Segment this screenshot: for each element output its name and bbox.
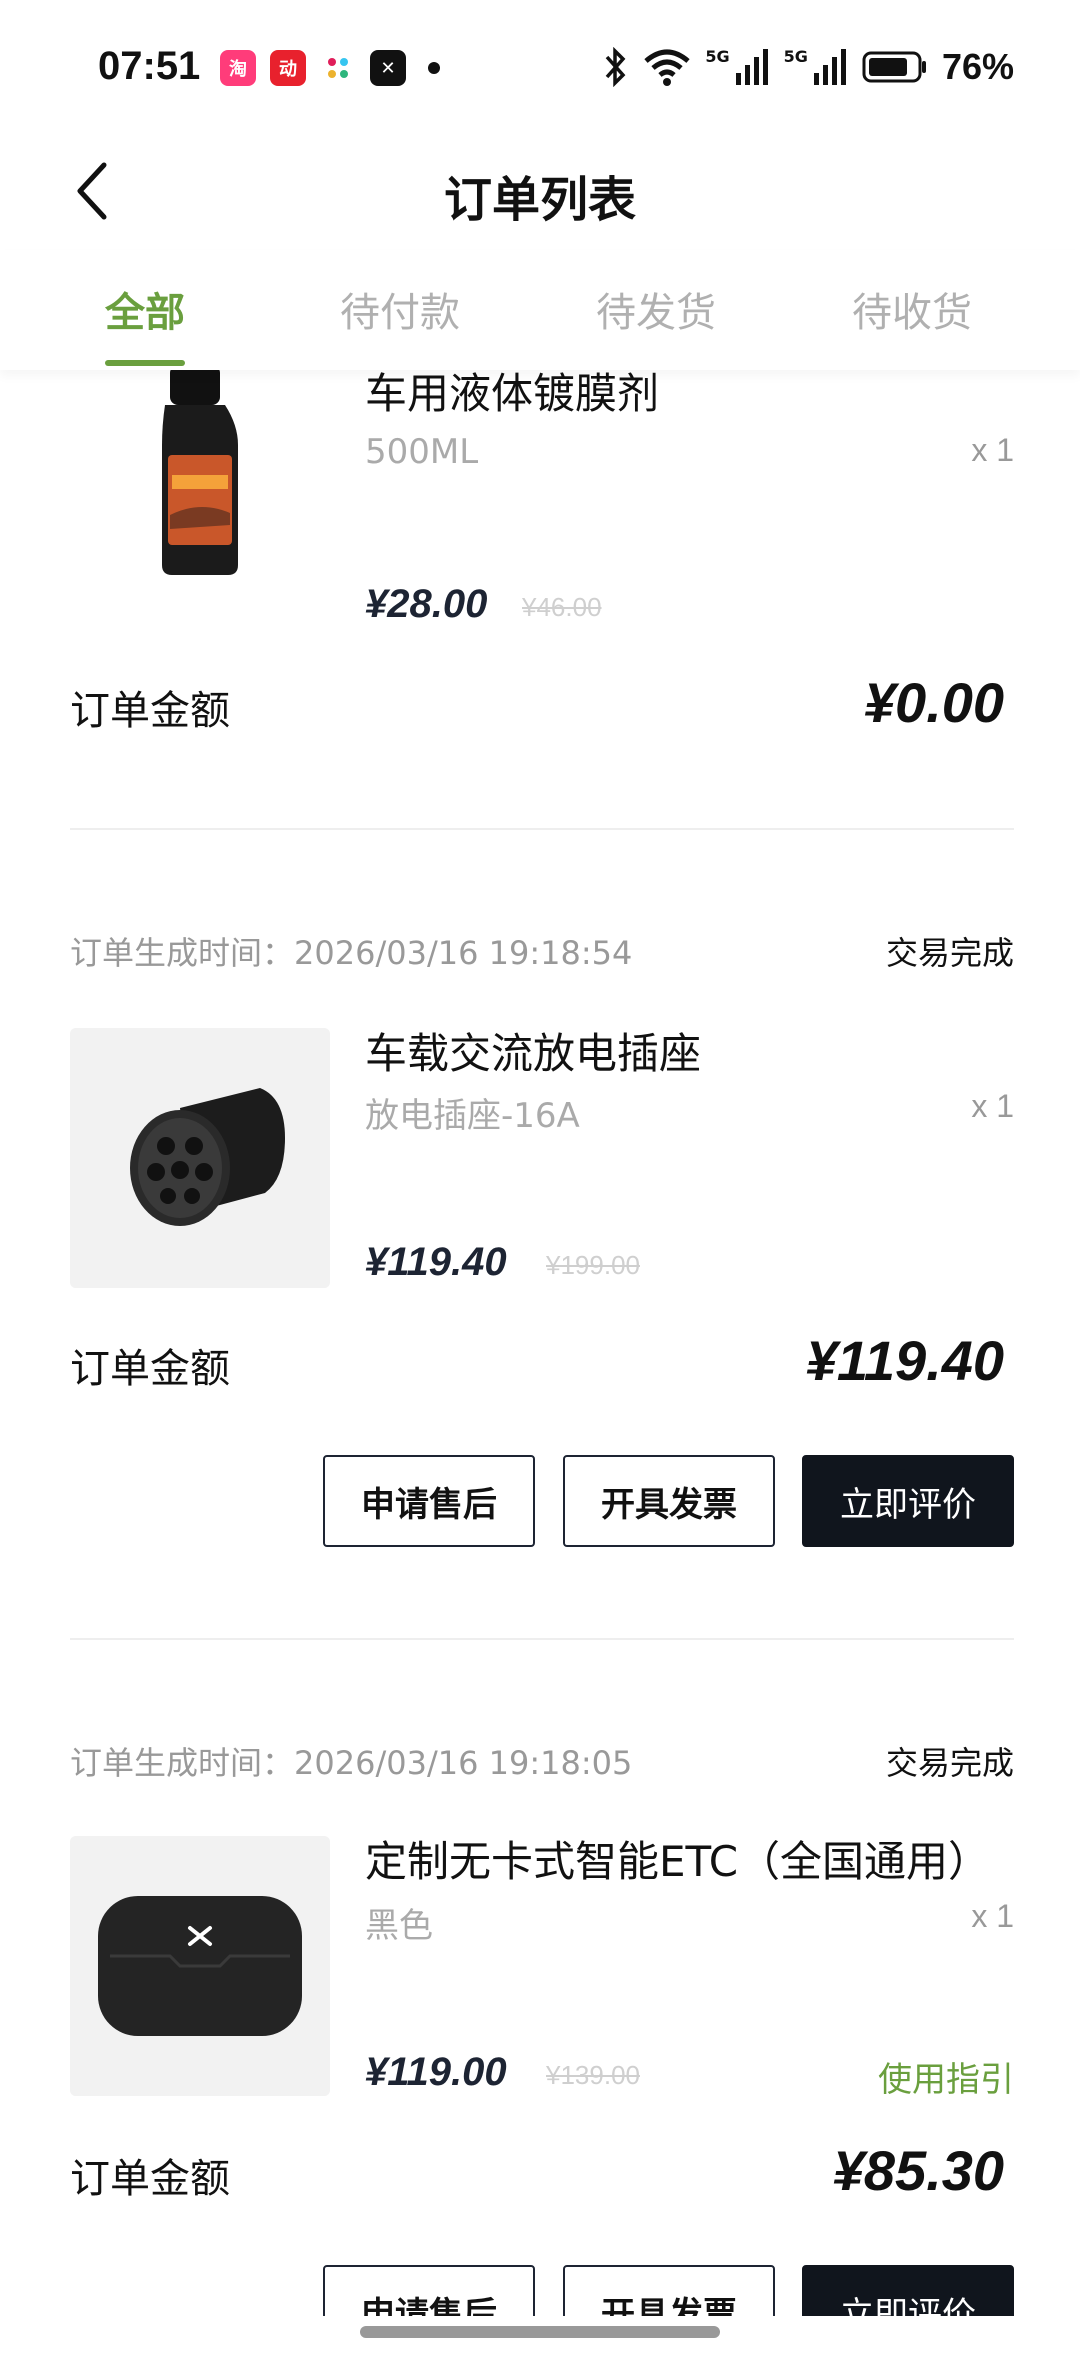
spray-bottle-image [162, 370, 238, 575]
review-button[interactable]: 立即评价 [802, 2265, 1014, 2316]
usage-guide-link[interactable]: 使用指引 [878, 2052, 1014, 2101]
product-price: ¥119.40 [365, 1240, 507, 1284]
signal-icon [735, 49, 768, 85]
order-amount-value: ¥119.40 [805, 1329, 1004, 1392]
product-quantity: x 1 [971, 1898, 1014, 1934]
order-tabs: 全部 待付款 待发货 待收货 [0, 250, 1080, 370]
order-divider [70, 828, 1014, 830]
tab-pending-shipment[interactable]: 待发货 [556, 280, 756, 338]
invoice-button[interactable]: 开具发票 [563, 1455, 775, 1547]
xpeng-icon: ✕ [370, 50, 406, 86]
order-status: 交易完成 [885, 934, 1014, 972]
battery-percentage: 76% [941, 46, 1014, 87]
home-indicator[interactable] [360, 2326, 720, 2338]
product-quantity: x 1 [971, 1088, 1014, 1124]
dongche-icon: 动 [270, 50, 306, 86]
header: 订单列表 [0, 130, 1080, 250]
after-sales-button[interactable]: 申请售后 [323, 2265, 535, 2316]
charging-socket-image [70, 1028, 330, 1288]
order-amount-label: 订单金额 [70, 1346, 230, 1392]
product-price: ¥119.00 [365, 2050, 507, 2094]
product-spec: 放电插座-16A [365, 1096, 580, 1136]
product-quantity: x 1 [971, 432, 1014, 468]
network-type-label-2: 5G [783, 47, 808, 66]
product-price: ¥28.00 [365, 582, 488, 626]
product-image[interactable] [70, 1028, 330, 1288]
tab-pending-receipt[interactable]: 待收货 [812, 280, 1012, 338]
slack-glyph [328, 58, 348, 78]
order-time: 订单生成时间：2026/03/16 19:18:05 [70, 1744, 633, 1782]
status-right: 5G 5G 76% [603, 46, 1014, 88]
product-spec: 500ML [365, 432, 479, 472]
status-bar: 07:51 淘 动 ✕ 5G 5G 76% [0, 0, 1080, 130]
order-divider [70, 1638, 1014, 1640]
network-type-label: 5G [705, 47, 730, 66]
order-amount-label: 订单金额 [70, 688, 230, 734]
signal-icon-2 [813, 49, 846, 85]
slack-icon [320, 50, 356, 86]
order-list[interactable]: 车用液体镀膜剂 500ML x 1 ¥28.00 ¥46.00 订单金额 ¥0.… [0, 370, 1080, 2316]
status-time: 07:51 [98, 44, 201, 88]
order-time: 订单生成时间：2026/03/16 19:18:54 [70, 934, 633, 972]
product-image[interactable] [70, 370, 330, 585]
order-amount-label: 订单金额 [70, 2156, 230, 2202]
notification-icons: 淘 动 ✕ [220, 50, 440, 86]
after-sales-button[interactable]: 申请售后 [323, 1455, 535, 1547]
order-status: 交易完成 [885, 1744, 1014, 1782]
etc-device-image [70, 1836, 330, 2096]
tab-all[interactable]: 全部 [45, 280, 245, 338]
battery-icon [862, 51, 926, 83]
active-tab-indicator [105, 360, 185, 366]
product-name: 车用液体镀膜剂 [365, 370, 660, 418]
product-name: 车载交流放电插座 [365, 1029, 702, 1078]
product-name: 定制无卡式智能ETC（全国通用） [365, 1837, 991, 1886]
more-notifications-dot [428, 62, 440, 74]
product-spec: 黑色 [365, 1906, 433, 1946]
product-original-price: ¥139.00 [546, 2060, 640, 2090]
page-title: 订单列表 [443, 172, 636, 228]
order-amount-value: ¥85.30 [832, 2139, 1004, 2202]
product-image[interactable] [70, 1836, 330, 2096]
taobao-icon: 淘 [220, 50, 256, 86]
order-amount-value: ¥0.00 [863, 671, 1004, 734]
bluetooth-icon [606, 47, 626, 87]
invoice-button[interactable]: 开具发票 [563, 2265, 775, 2316]
review-button[interactable]: 立即评价 [802, 1455, 1014, 1547]
wifi-icon [644, 49, 691, 86]
tab-pending-payment[interactable]: 待付款 [300, 280, 500, 338]
product-original-price: ¥46.00 [522, 592, 602, 622]
product-original-price: ¥199.00 [546, 1250, 640, 1280]
